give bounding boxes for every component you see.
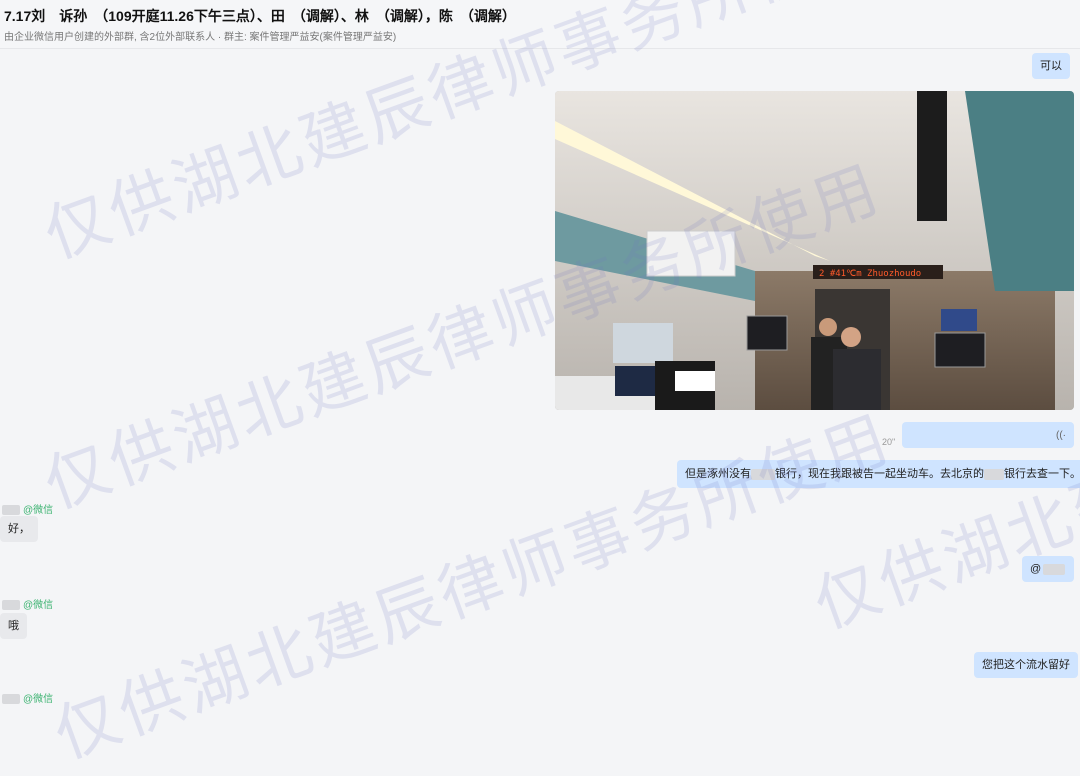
message-bubble[interactable]: 但是涿州没有 银行，现在我跟被告一起坐动车。去北京的 银行去查一下。 bbox=[677, 460, 1080, 488]
redaction-mask bbox=[2, 600, 20, 611]
sender-name: @微信 bbox=[2, 596, 53, 611]
redaction-mask bbox=[1043, 563, 1066, 575]
redaction-mask bbox=[2, 505, 20, 516]
redaction-mask bbox=[984, 468, 1004, 480]
svg-text:2 #41℃m Zhuozhoudo: 2 #41℃m Zhuozhoudo bbox=[819, 269, 921, 279]
message-text: 哦 bbox=[8, 620, 19, 632]
voice-message[interactable]: ((· bbox=[902, 422, 1074, 448]
message-text-part: 银行，现在我跟被告一起坐动车。去北京的 bbox=[775, 468, 984, 480]
sender-name: @微信 bbox=[2, 501, 53, 516]
image-message[interactable]: 2 #41℃m Zhuozhoudo bbox=[555, 91, 1074, 410]
message-text: 好， bbox=[8, 523, 30, 535]
redaction-mask bbox=[751, 468, 775, 480]
message-text: 可以 bbox=[1040, 60, 1062, 72]
message-bubble[interactable]: @ bbox=[1022, 556, 1074, 582]
chat-title[interactable]: 7.17刘 诉孙 （109开庭11.26下午三点）、田 （调解）、林 （调解），… bbox=[4, 6, 516, 26]
sender-wechat-tag: @微信 bbox=[23, 505, 54, 516]
message-text-part: 但是涿州没有 bbox=[685, 468, 751, 480]
sender-name: @微信 bbox=[2, 690, 53, 705]
voice-wave-icon: ((· bbox=[1056, 430, 1066, 441]
chat-subtitle: 由企业微信用户创建的外部群, 含2位外部联系人 · 群主: 案件管理严益安(案件… bbox=[4, 32, 397, 43]
watermark-text: 仅供湖北建辰律师事务所使用 bbox=[45, 401, 902, 774]
message-text: 您把这个流水留好 bbox=[982, 659, 1070, 671]
message-bubble[interactable]: 好， bbox=[0, 516, 38, 542]
voice-duration: 20" bbox=[882, 437, 896, 447]
message-bubble[interactable]: 哦 bbox=[0, 613, 27, 639]
message-text-part: 银行去查一下。 bbox=[1004, 468, 1080, 480]
message-bubble[interactable]: 可以 bbox=[1032, 53, 1070, 79]
chat-header: 7.17刘 诉孙 （109开庭11.26下午三点）、田 （调解）、林 （调解），… bbox=[0, 0, 1080, 49]
message-bubble[interactable]: 您把这个流水留好 bbox=[974, 652, 1078, 678]
sender-wechat-tag: @微信 bbox=[23, 600, 54, 611]
train-interior-photo: 2 #41℃m Zhuozhoudo bbox=[555, 91, 1074, 410]
message-text: @ bbox=[1030, 563, 1042, 575]
